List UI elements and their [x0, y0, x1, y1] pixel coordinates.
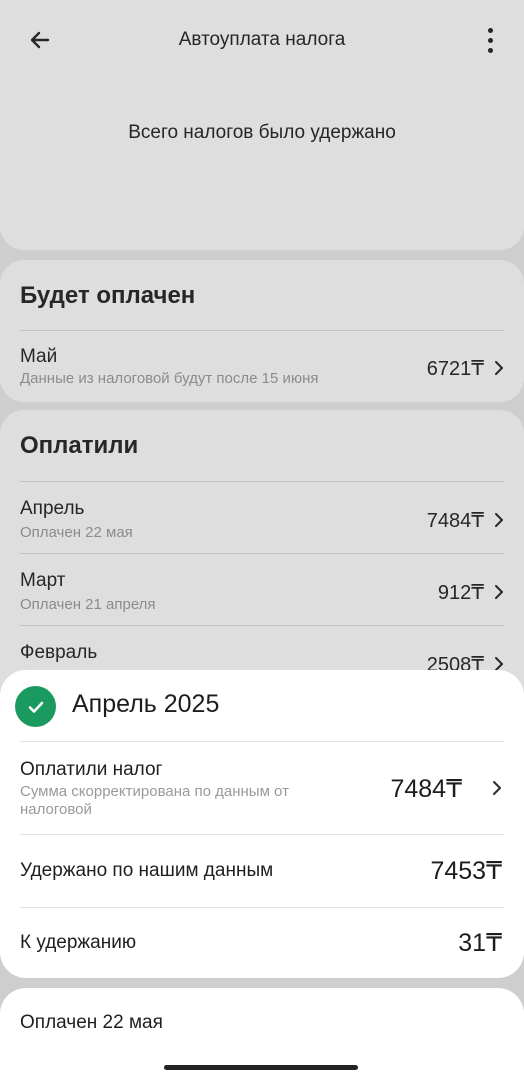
- sheet-title: Апрель 2025: [72, 690, 220, 718]
- divider: [20, 907, 504, 908]
- chevron-right-icon: [493, 781, 501, 795]
- row-amount: 31₸: [458, 929, 502, 957]
- row-amount: 7453₸: [430, 857, 502, 885]
- row-subtitle: Сумма скорректирована по данным от налог…: [20, 783, 289, 818]
- row-amount: 7484₸: [390, 775, 462, 803]
- home-indicator[interactable]: [164, 1065, 358, 1070]
- row-title: Оплатили налог: [20, 759, 163, 780]
- paid-status-badge: [15, 686, 56, 727]
- payment-status-text: Оплачен 22 мая: [20, 1012, 163, 1033]
- row-title: Удержано по нашим данным: [20, 860, 274, 881]
- divider: [20, 741, 504, 742]
- bottom-sheet: Апрель 2025 Оплатили налог Сумма скоррек…: [0, 670, 524, 978]
- divider: [20, 834, 504, 835]
- check-icon: [28, 701, 43, 713]
- row-title: К удержанию: [20, 932, 137, 953]
